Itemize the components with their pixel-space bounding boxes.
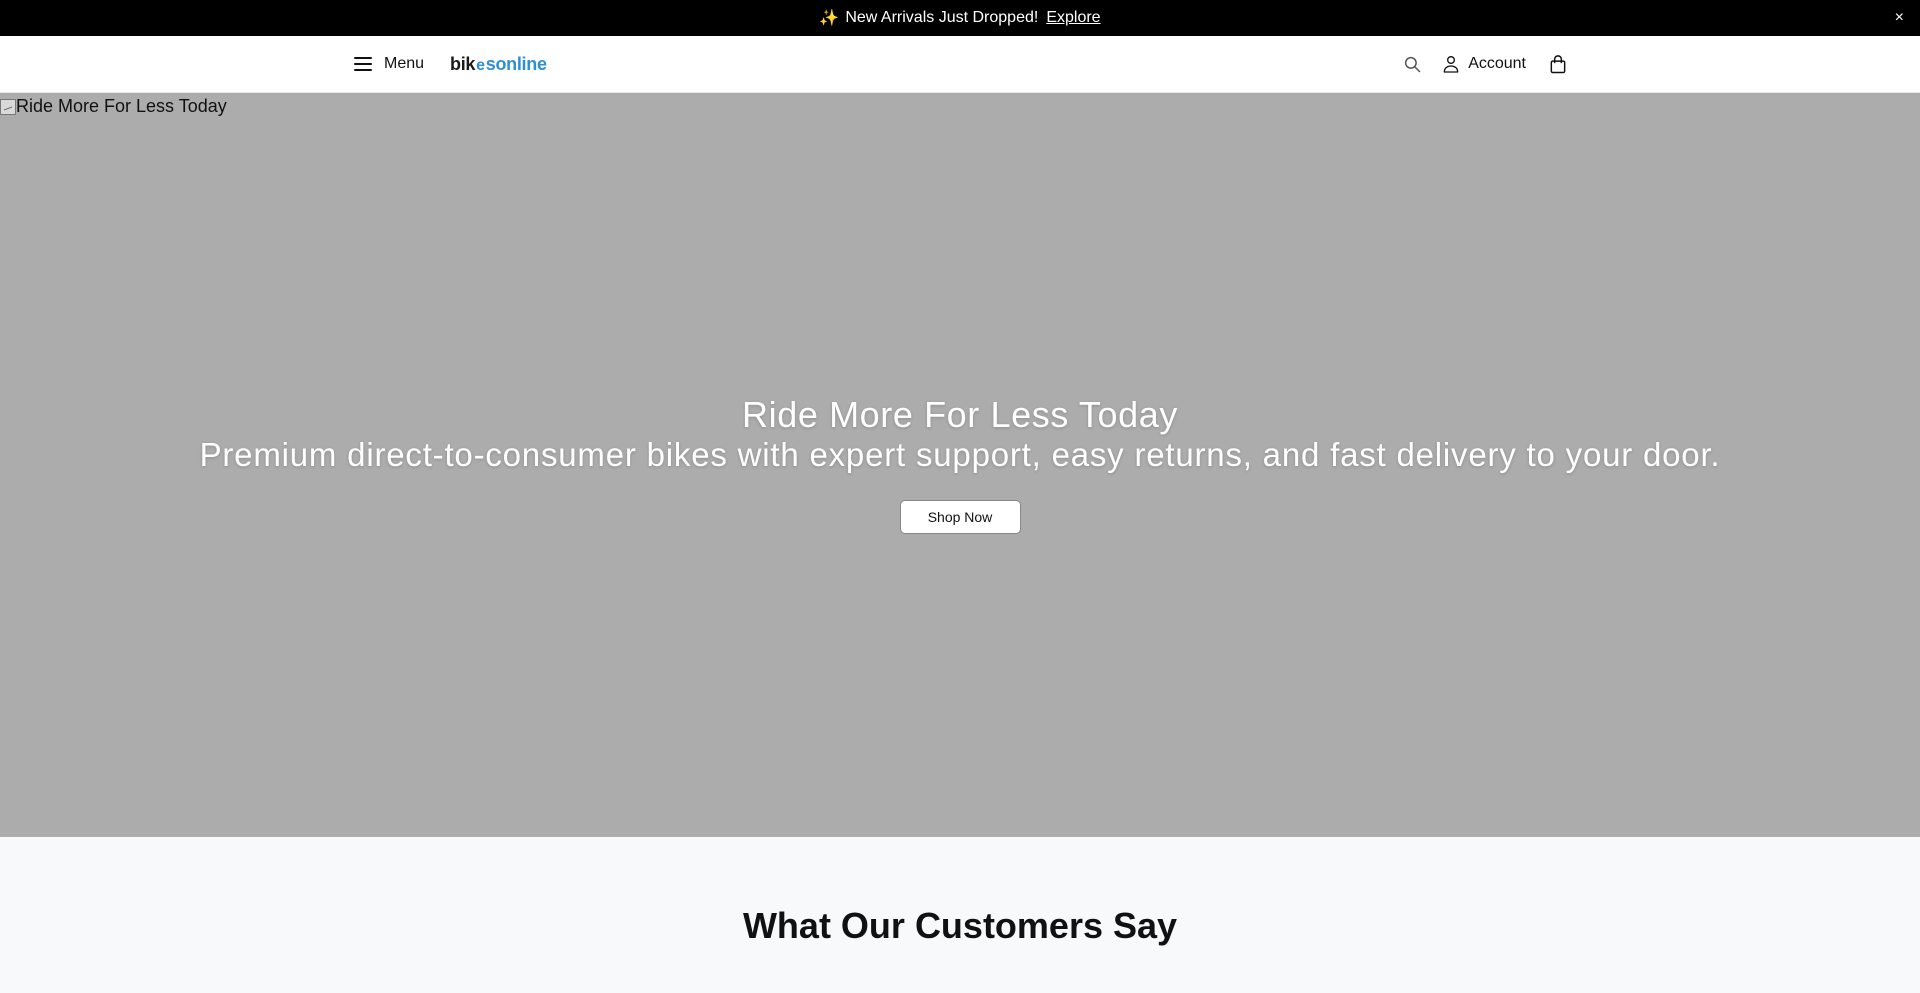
announcement-text: New Arrivals Just Dropped! [845,9,1039,26]
account-label: Account [1468,55,1526,72]
hero-image-alt: Ride More For Less Today [16,96,227,116]
search-icon [1405,56,1421,73]
hero-subtitle: Premium direct-to-consumer bikes with ex… [199,436,1721,473]
close-icon[interactable]: × [1895,10,1904,26]
sparkles-icon: ✨ [819,10,840,27]
account-link[interactable]: Account [1443,55,1526,73]
shopping-bag-icon [1550,54,1566,73]
search-button[interactable] [1403,55,1421,73]
broken-image-icon [0,98,16,115]
reviews-heading: What Our Customers Say [742,905,1178,946]
hero-title: Ride More For Less Today [742,394,1178,435]
menu-label: Menu [384,55,425,72]
hero-image: Ride More For Less Today [0,96,227,117]
hamburger-icon [354,57,372,71]
cart-button[interactable] [1550,54,1566,74]
hero-content: Ride More For Less Today Premium direct-… [0,395,1920,534]
menu-button[interactable]: Menu [354,55,424,73]
explore-link[interactable]: Explore [1046,9,1100,27]
reviews-section: What Our Customers Say [0,837,1920,993]
hero-banner: Ride More For Less Today Ride More For L… [0,93,1920,837]
announcement-bar: ✨ New Arrivals Just Dropped! Explore × [0,0,1920,36]
site-header: Menu bik e s online Account [0,36,1920,93]
user-icon [1443,56,1459,73]
bikesonline-logo[interactable]: bik e s online [450,54,547,75]
shop-now-button[interactable]: Shop Now [899,500,1021,534]
